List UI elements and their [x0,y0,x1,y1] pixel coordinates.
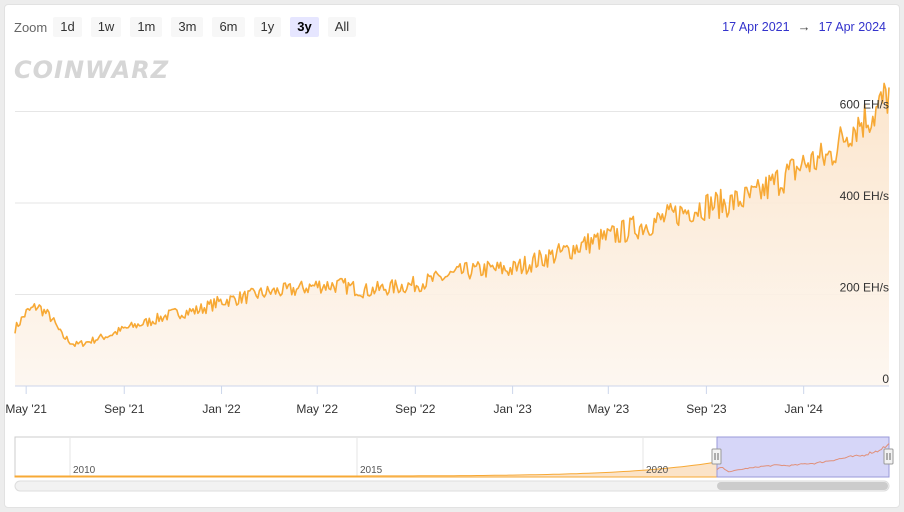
navigator-label-2010: 2010 [73,465,96,476]
hashrate-area [15,83,889,387]
scrollbar-thumb[interactable] [717,482,888,490]
navigator-left-handle[interactable] [711,448,722,465]
x-tick-label: Sep '21 [104,402,145,416]
x-tick-label: May '23 [587,402,629,416]
x-axis: May '21 Sep '21 Jan '22 May '22 Sep '22 Jan '… [5,386,823,416]
navigator-right-handle[interactable] [883,448,894,465]
y-tick-label: 0 [882,372,889,386]
y-tick-label: 200 EH/s [840,280,889,294]
y-tick-label: 400 EH/s [840,189,889,203]
x-tick-label: May '21 [5,402,47,416]
hashrate-chart: May '21 Sep '21 Jan '22 May '22 Sep '22 Jan '… [5,82,894,492]
navigator-label-2015: 2015 [360,465,383,476]
x-tick-label: Sep '22 [395,402,436,416]
navigator[interactable]: 2010 2015 2020 [14,436,894,478]
x-tick-label: Sep '23 [686,402,727,416]
navigator-label-2020: 2020 [646,465,669,476]
x-tick-label: Jan '24 [785,402,824,416]
x-tick-label: Jan '23 [493,402,532,416]
x-tick-label: Jan '22 [202,402,241,416]
y-tick-label: 600 EH/s [840,97,889,111]
scrollbar[interactable] [14,480,890,492]
navigator-selected-range[interactable] [716,436,890,478]
x-tick-label: May '22 [296,402,338,416]
